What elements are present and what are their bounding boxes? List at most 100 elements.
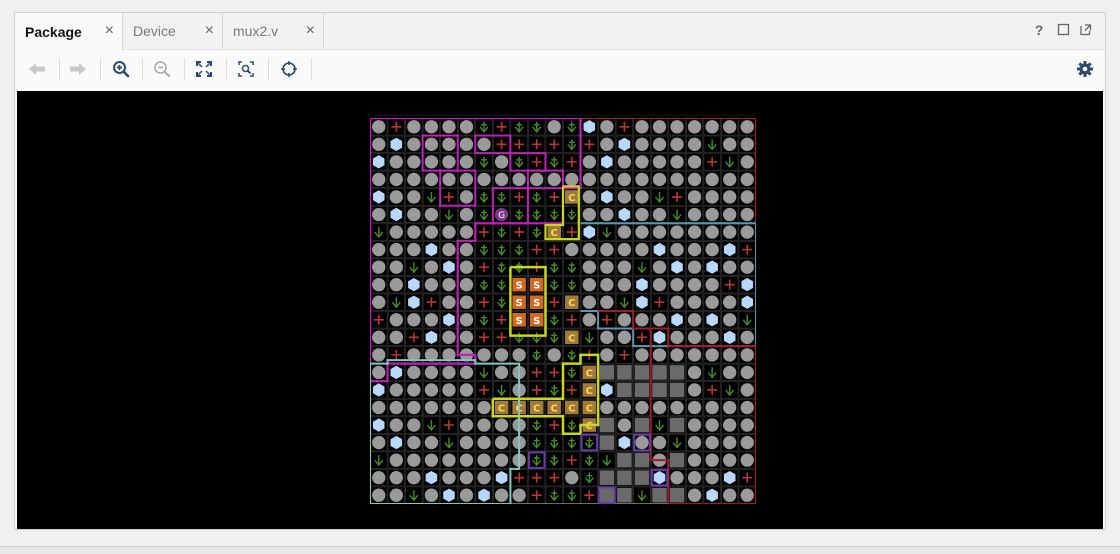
- io-pin: [442, 225, 456, 239]
- close-icon[interactable]: ×: [105, 22, 114, 40]
- io-pin: [459, 260, 474, 274]
- io-pin: [424, 137, 439, 151]
- maximize-icon[interactable]: [1056, 23, 1070, 37]
- io-pin: [687, 172, 702, 187]
- io-pin: [582, 242, 596, 257]
- io-pin: [459, 207, 474, 222]
- back-arrow-icon[interactable]: [26, 58, 48, 80]
- io-pin: [459, 313, 474, 327]
- io-pin: [424, 172, 439, 187]
- gear-icon[interactable]: [1074, 58, 1096, 80]
- sense-pin-label: S: [533, 316, 540, 327]
- io-pin: [687, 225, 702, 239]
- io-pin: [547, 172, 561, 187]
- gt-pin: [599, 435, 615, 450]
- gt-pin: [669, 452, 685, 468]
- io-pin: [565, 172, 579, 187]
- io-pin: [687, 488, 702, 502]
- tab-device[interactable]: Device ×: [123, 13, 223, 49]
- io-pin: [494, 488, 509, 502]
- io-pin: [477, 453, 491, 467]
- help-icon[interactable]: ?: [1032, 23, 1046, 37]
- io-pin: [459, 488, 474, 502]
- io-pin: [687, 348, 702, 362]
- io-pin: [389, 418, 403, 432]
- io-pin: [705, 348, 719, 362]
- io-pin: [740, 488, 754, 502]
- io-pin: [442, 120, 456, 134]
- io-pin: [687, 453, 702, 467]
- io-pin: [687, 435, 702, 450]
- io-pin: [494, 453, 509, 467]
- io-pin: [424, 155, 439, 169]
- io-pin: [424, 313, 439, 327]
- io-pin: [442, 278, 456, 292]
- zoom-area-icon[interactable]: [235, 58, 257, 80]
- gt-pin: [652, 487, 667, 503]
- io-pin: [424, 488, 439, 502]
- io-pin: [389, 278, 403, 292]
- io-pin: [652, 120, 667, 134]
- io-pin: [389, 453, 403, 467]
- io-pin: [635, 400, 649, 415]
- package-pin-grid[interactable]: CGCS SS S CS SCCCC C C C C CC: [370, 118, 756, 504]
- io-pin: [582, 190, 596, 204]
- zoom-out-icon[interactable]: [151, 58, 173, 80]
- io-pin: [477, 471, 491, 485]
- io-pin: [389, 260, 403, 274]
- io-pin: [600, 348, 614, 362]
- io-pin: [635, 155, 649, 169]
- io-pin: [635, 207, 649, 222]
- io-pin: [372, 137, 386, 151]
- io-pin: [389, 313, 403, 327]
- io-pin: [424, 435, 439, 450]
- io-pin: [617, 225, 632, 239]
- tab-package[interactable]: Package ×: [15, 13, 123, 50]
- io-pin: [372, 471, 386, 485]
- io-pin: [582, 207, 596, 222]
- io-pin: [424, 453, 439, 467]
- io-pin: [705, 471, 719, 485]
- io-pin: [635, 137, 649, 151]
- config-pin-label: C: [551, 228, 558, 239]
- forward-arrow-icon[interactable]: [67, 58, 89, 80]
- io-pin: [600, 120, 614, 134]
- gnd-pin-label: G: [498, 211, 505, 221]
- io-pin: [600, 172, 614, 187]
- io-pin: [459, 137, 474, 151]
- io-pin: [407, 207, 421, 222]
- io-pin: [687, 120, 702, 134]
- io-pin: [740, 453, 754, 467]
- zoom-fit-icon[interactable]: [193, 58, 215, 80]
- io-pin: [652, 348, 667, 362]
- tab-label: mux2.v: [233, 23, 279, 39]
- io-pin: [407, 137, 421, 151]
- io-pin: [582, 172, 596, 187]
- zoom-in-icon[interactable]: [110, 58, 132, 80]
- io-pin: [372, 278, 386, 292]
- autofit-selection-icon[interactable]: [278, 58, 300, 80]
- io-pin: [740, 207, 754, 222]
- gt-pin: [634, 382, 650, 398]
- io-pin: [740, 383, 754, 397]
- io-pin: [459, 400, 474, 415]
- io-pin: [670, 295, 684, 309]
- io-pin: [617, 418, 632, 432]
- io-pin: [652, 155, 667, 169]
- package-canvas[interactable]: CGCSSSSCSSCCCCCCCCCC: [17, 91, 1103, 529]
- io-pin: [389, 242, 403, 257]
- io-pin: [670, 225, 684, 239]
- sense-pin-label: S: [533, 281, 540, 292]
- io-pin: [705, 120, 719, 134]
- tab-mux2-v[interactable]: mux2.v ×: [223, 13, 324, 49]
- float-window-icon[interactable]: [1078, 23, 1092, 37]
- io-pin: [389, 225, 403, 239]
- io-pin: [617, 313, 632, 327]
- io-pin: [424, 365, 439, 380]
- io-pin: [670, 242, 684, 257]
- close-icon[interactable]: ×: [306, 22, 315, 40]
- gt-pin: [652, 382, 667, 398]
- io-pin: [372, 400, 386, 415]
- close-icon[interactable]: ×: [205, 22, 214, 40]
- io-pin: [740, 435, 754, 450]
